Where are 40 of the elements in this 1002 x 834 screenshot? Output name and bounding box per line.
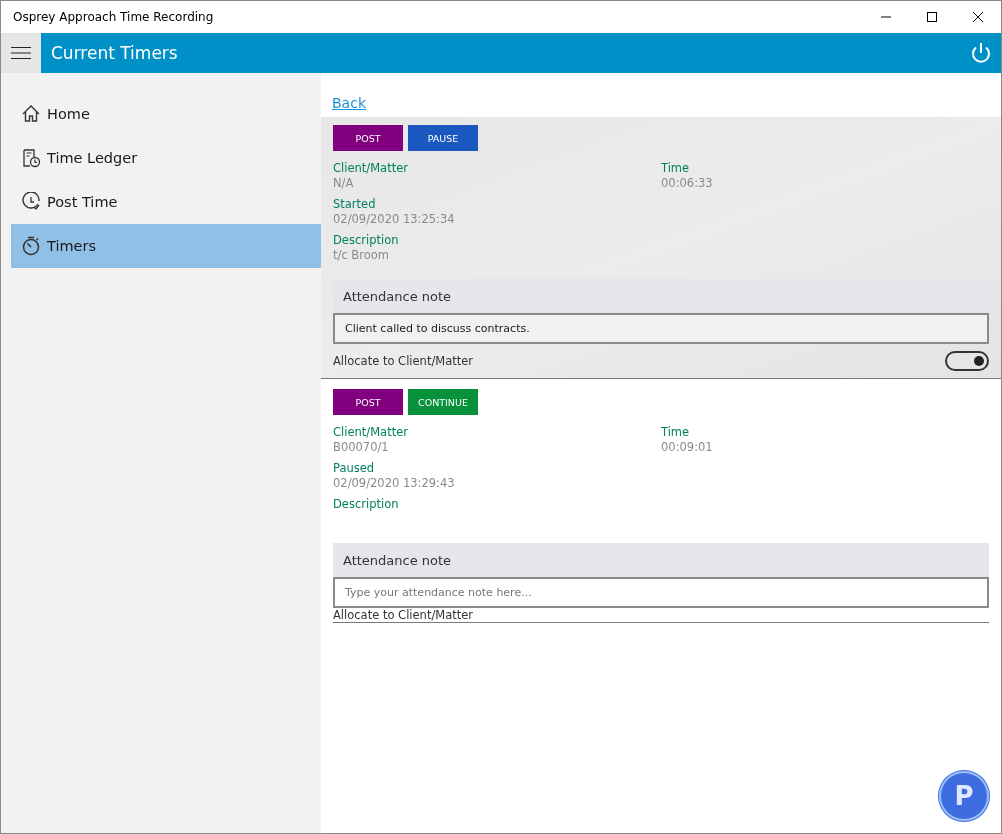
stopwatch-icon	[21, 236, 41, 256]
field-label: Time	[661, 161, 691, 176]
pause-button[interactable]: PAUSE	[408, 125, 478, 151]
field-value: N/A	[333, 176, 355, 191]
field-label: Client/Matter	[333, 161, 409, 176]
note-field[interactable]: Type your attendance note here...	[333, 577, 989, 608]
field-value: t/c Broom	[333, 248, 390, 263]
menu-icon[interactable]	[11, 46, 31, 60]
logo-badge[interactable]: P	[939, 771, 989, 821]
back-link[interactable]: Back	[332, 95, 366, 111]
nav-item[interactable]: Timers	[11, 224, 321, 268]
field-label: Time	[661, 425, 691, 440]
toggle-label: Allocate to Client/Matter	[333, 608, 474, 622]
power-icon[interactable]	[970, 42, 992, 64]
window-title: Osprey Approach Time Recording	[13, 10, 215, 24]
home-icon	[21, 104, 41, 124]
field-label: Paused	[333, 461, 376, 476]
field-value: 00:09:01	[661, 440, 714, 455]
field-label: Description	[333, 497, 400, 512]
field-value: 02/09/2020 13:25:34	[333, 212, 456, 227]
nav-item[interactable]: Post Time	[11, 180, 321, 224]
post-button[interactable]: POST	[333, 125, 403, 151]
field-value: 00:06:33	[661, 176, 714, 191]
field-label: Client/Matter	[333, 425, 409, 440]
post-button[interactable]: POST	[333, 389, 403, 415]
field-label: Started	[333, 197, 377, 212]
toggle-switch[interactable]	[945, 351, 989, 371]
field-value: B00070/1	[333, 440, 390, 455]
continue-button[interactable]: CONTINUE	[408, 389, 478, 415]
nav-item[interactable]: Home	[11, 92, 321, 136]
note-field[interactable]: Client called to discuss contracts.	[333, 313, 989, 344]
ledger-clock-icon	[21, 148, 41, 168]
toggle-label: Allocate to Client/Matter	[333, 354, 474, 368]
clock-icon	[21, 192, 41, 212]
nav-item[interactable]: Time Ledger	[11, 136, 321, 180]
field-label: Description	[333, 233, 400, 248]
field-value: 02/09/2020 13:29:43	[333, 476, 456, 491]
section-heading: Attendance note	[333, 543, 989, 577]
section-heading: Attendance note	[333, 279, 989, 313]
page-title: Current Timers	[50, 43, 179, 63]
